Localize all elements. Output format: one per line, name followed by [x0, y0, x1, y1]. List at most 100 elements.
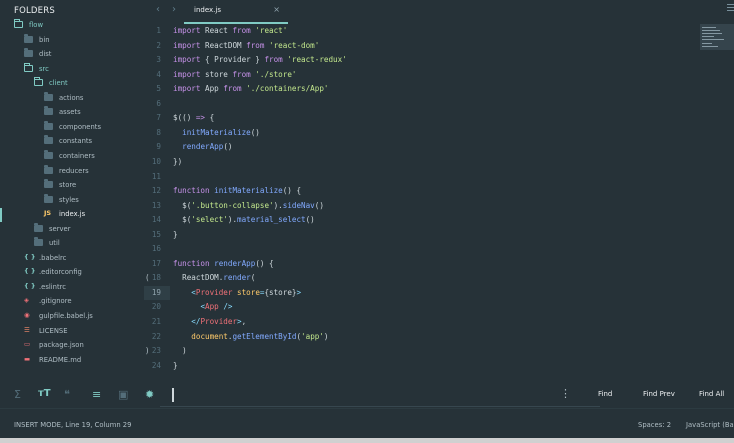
line-number: 19 — [151, 287, 161, 297]
sidebar-item-styles[interactable]: styles — [0, 193, 136, 208]
code-text: ReactDOM.render( — [173, 273, 256, 283]
sidebar-item-label: dist — [39, 50, 52, 59]
close-icon[interactable]: × — [273, 5, 280, 14]
folder-icon — [44, 135, 53, 145]
code-line[interactable]: 13 $('.button-collapse').sideNav() — [136, 199, 696, 214]
in-selection-icon[interactable]: ▣ — [118, 388, 128, 401]
line-number: 10 — [151, 156, 161, 166]
sidebar-item-flow[interactable]: flow — [0, 19, 136, 33]
sidebar-item-label: server — [49, 224, 71, 233]
code-line[interactable]: 22 document.getElementById('app') — [136, 330, 696, 345]
code-line[interactable]: 4 import store from './store' — [136, 68, 696, 83]
case-icon[interactable]: ᴛT — [38, 388, 51, 399]
code-line[interactable]: 24} — [136, 359, 696, 374]
code-text: <App /> — [200, 302, 233, 312]
minimap-corner — [727, 4, 734, 16]
sidebar-item-label: client — [49, 79, 68, 88]
find-prev-button[interactable]: Find Prev — [643, 390, 675, 398]
code-line[interactable]: 20 <App /> — [136, 300, 696, 315]
find-panel: Σ ᴛT ❝ ≡ ▣ ✹ ⋮ Find Find Prev Find All — [0, 380, 734, 408]
folder-open-icon — [24, 62, 33, 72]
code-line[interactable]: 5 import App from './containers/App' — [136, 82, 696, 97]
sidebar-item-babelrc[interactable]: { } .babelrc — [0, 252, 136, 266]
sidebar-item-gulpfile-babel-js[interactable]: ◉ gulpfile.babel.js — [0, 310, 136, 324]
sidebar-item-src[interactable]: src — [0, 62, 136, 77]
status-indentation[interactable]: Spaces: 2 — [638, 421, 671, 429]
md-file-icon: ▬ — [24, 354, 31, 363]
sidebar-item-constants[interactable]: constants — [0, 135, 136, 149]
code-text: import store from './store' — [173, 69, 297, 79]
code-line[interactable]: 8 initMaterialize() — [136, 126, 696, 141]
code-line[interactable]: 9 renderApp() — [136, 140, 696, 155]
sidebar-item-index-js[interactable]: JS index.js — [0, 208, 136, 223]
code-line[interactable]: 11 — [136, 170, 696, 185]
code-line[interactable]: 21 </Provider>, — [136, 315, 696, 330]
sidebar-item-assets[interactable]: assets — [0, 106, 136, 120]
code-line[interactable]: 14 $('select').material_select() — [136, 213, 696, 228]
sidebar-item-readme-md[interactable]: ▬ README.md — [0, 354, 136, 368]
code-line[interactable]: 18( ReactDOM.render( — [136, 271, 696, 286]
sidebar-item-gitignore[interactable]: ◈ .gitignore — [0, 295, 136, 309]
folder-icon — [44, 106, 53, 116]
code-text: document.getElementById('app') — [191, 331, 329, 341]
forward-arrow-icon[interactable]: › — [172, 4, 176, 15]
tab-index-js[interactable]: index.js × — [184, 0, 288, 24]
code-line[interactable]: 10}) — [136, 155, 696, 170]
sidebar-item-components[interactable]: components — [0, 120, 136, 135]
code-line[interactable]: 3 import { Provider } from 'react-redux' — [136, 53, 696, 68]
code-line[interactable]: 23) ) — [136, 344, 696, 359]
wrap-icon[interactable]: ≡ — [92, 388, 101, 401]
sidebar-item-store[interactable]: store — [0, 179, 136, 193]
sidebar-item-util[interactable]: util — [0, 237, 136, 251]
code-line[interactable]: 7 $(() => { — [136, 111, 696, 126]
line-number: 2 — [156, 40, 161, 50]
find-input-underline — [160, 406, 600, 407]
sidebar-item-package-json[interactable]: ▭ package.json — [0, 339, 136, 353]
js-file-icon: JS — [44, 209, 52, 218]
sidebar-item-editorconfig[interactable]: { } .editorconfig — [0, 266, 136, 280]
sidebar-item-label: .gitignore — [39, 297, 72, 306]
sidebar-item-containers[interactable]: containers — [0, 149, 136, 164]
regex-icon[interactable]: Σ — [14, 388, 21, 401]
code-line[interactable]: 15} — [136, 228, 696, 243]
sidebar-item-license[interactable]: ☰ LICENSE — [0, 325, 136, 339]
sidebar-item-actions[interactable]: actions — [0, 91, 136, 106]
folder-icon — [44, 149, 53, 159]
line-number: 1 — [156, 26, 161, 35]
sidebar-item-label: .babelrc — [39, 253, 67, 262]
sidebar-item-dist[interactable]: dist — [0, 48, 136, 62]
tab-bar: ‹ › index.js × — [150, 0, 734, 24]
folder-icon — [44, 193, 53, 203]
code-line[interactable]: 17 function renderApp() { — [136, 257, 696, 272]
minimap[interactable] — [700, 24, 734, 50]
text-file-icon: ☰ — [24, 325, 30, 334]
sidebar-item-label: .editorconfig — [39, 268, 82, 277]
status-syntax[interactable]: JavaScript (Babel) — [686, 421, 734, 429]
highlight-icon[interactable]: ✹ — [145, 388, 154, 401]
sidebar-item-reducers[interactable]: reducers — [0, 164, 136, 179]
folder-icon — [44, 179, 53, 189]
sidebar-item-bin[interactable]: bin — [0, 33, 136, 48]
more-options-icon[interactable]: ⋮ — [560, 387, 571, 400]
code-editor[interactable]: 1 import React from 'react' 2 import ReactD… — [136, 24, 696, 376]
sidebar-item-eslintrc[interactable]: { } .eslintrc — [0, 281, 136, 295]
code-line[interactable]: 12 function initMaterialize() { — [136, 184, 696, 199]
code-line[interactable]: 1 import React from 'react' — [136, 24, 696, 39]
find-all-button[interactable]: Find All — [699, 390, 724, 398]
code-line[interactable]: 16 — [136, 242, 696, 257]
code-text: </Provider>, — [191, 317, 247, 326]
code-text: import ReactDOM from 'react-dom' — [173, 40, 320, 50]
find-input[interactable] — [172, 388, 542, 402]
whole-word-icon[interactable]: ❝ — [64, 388, 70, 401]
code-line[interactable]: 19 <Provider store={store}> — [136, 285, 696, 301]
code-line[interactable]: 6 — [136, 97, 696, 112]
back-arrow-icon[interactable]: ‹ — [156, 4, 160, 15]
sidebar-item-client[interactable]: client — [0, 77, 136, 91]
sidebar-item-server[interactable]: server — [0, 222, 136, 237]
line-number: 9 — [156, 142, 161, 152]
tab-label: index.js — [194, 6, 221, 14]
window-bottom-edge — [0, 438, 734, 443]
find-button[interactable]: Find — [598, 390, 612, 398]
code-text: import React from 'react' — [173, 26, 288, 35]
code-line[interactable]: 2 import ReactDOM from 'react-dom' — [136, 39, 696, 54]
